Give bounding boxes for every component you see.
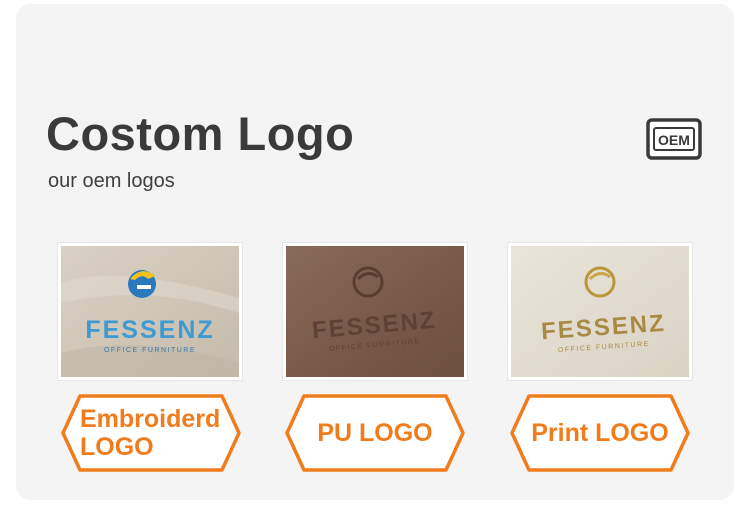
embroidered-tagline: OFFICE FURNITURE	[104, 347, 196, 354]
pu-logo-tag: PU LOGO	[284, 393, 466, 473]
embroidered-logo-tag: Embroiderd LOGO	[60, 393, 242, 473]
embroidered-wordmark: FESSENZ	[85, 316, 214, 344]
oem-badge-label: OEM	[658, 132, 690, 148]
pu-logo-photo: FESSENZ OFFICE FURNITURE	[283, 243, 467, 380]
embroidered-logo-photo: FESSENZ OFFICE FURNITURE	[58, 243, 242, 380]
embroidered-label-line-2: LOGO	[80, 433, 154, 461]
oem-icon: OEM	[646, 118, 702, 160]
embroidered-logo-label: Embroiderd LOGO	[60, 393, 242, 473]
print-logo-tag: Print LOGO	[509, 393, 691, 473]
embroidered-label-line-1: Embroiderd	[80, 405, 221, 433]
print-logo-photo: FESSENZ OFFICE FURNITURE	[508, 243, 692, 380]
print-logo-label: Print LOGO	[531, 419, 669, 447]
page-subtitle: our oem logos	[48, 170, 175, 192]
page-title: Costom Logo	[46, 107, 355, 160]
pu-logo-label: PU LOGO	[317, 419, 433, 447]
